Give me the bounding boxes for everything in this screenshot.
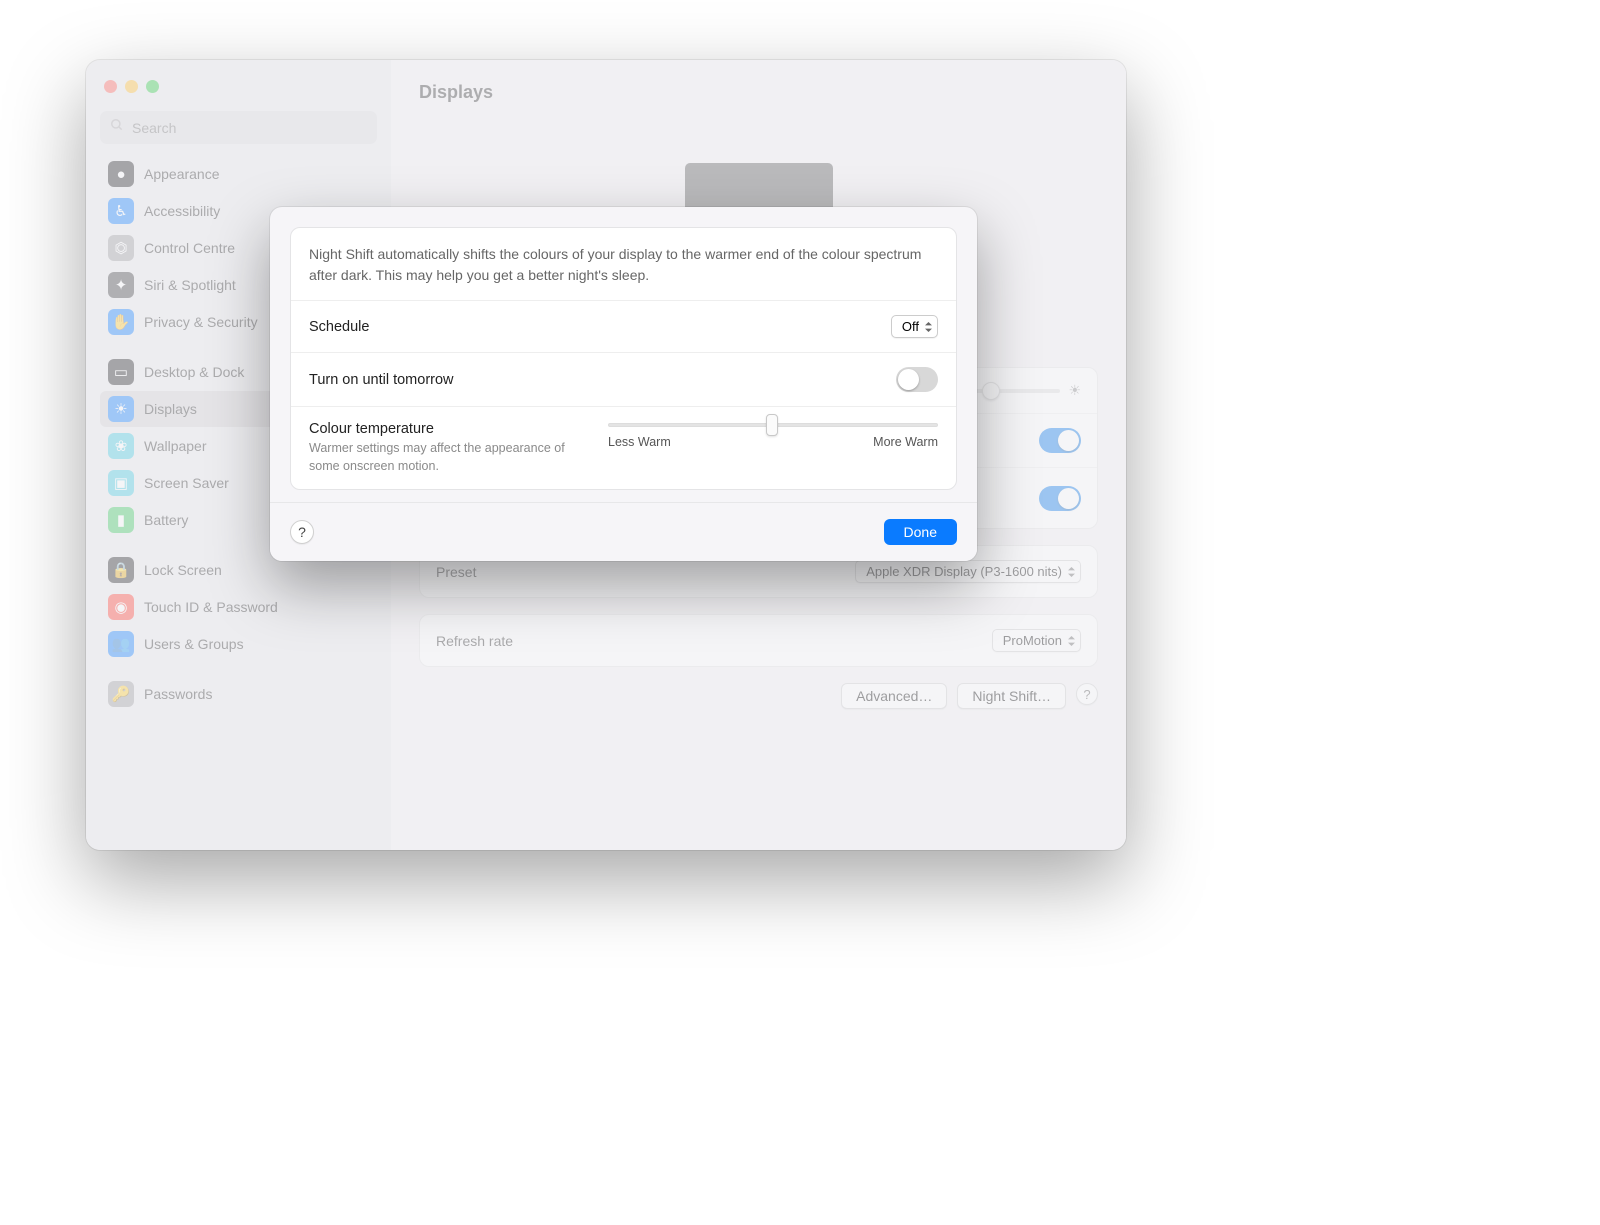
temperature-sub: Warmer settings may affect the appearanc… bbox=[309, 440, 569, 475]
done-button[interactable]: Done bbox=[884, 519, 957, 545]
schedule-label: Schedule bbox=[309, 319, 369, 335]
more-warm-label: More Warm bbox=[873, 435, 938, 449]
less-warm-label: Less Warm bbox=[608, 435, 671, 449]
manual-toggle[interactable] bbox=[896, 367, 938, 392]
temperature-row: Colour temperature Warmer settings may a… bbox=[291, 406, 956, 489]
modal-footer: ? Done bbox=[270, 502, 977, 561]
night-shift-panel: Night Shift automatically shifts the col… bbox=[290, 227, 957, 490]
night-shift-description: Night Shift automatically shifts the col… bbox=[291, 228, 956, 300]
schedule-select[interactable]: Off bbox=[891, 315, 938, 338]
manual-row: Turn on until tomorrow bbox=[291, 352, 956, 406]
modal-help-icon[interactable]: ? bbox=[290, 520, 314, 544]
temperature-slider[interactable] bbox=[608, 423, 938, 427]
schedule-row: Schedule Off bbox=[291, 300, 956, 352]
temperature-label: Colour temperature bbox=[309, 421, 569, 437]
night-shift-modal: Night Shift automatically shifts the col… bbox=[270, 207, 977, 561]
temperature-knob[interactable] bbox=[766, 414, 778, 436]
manual-label: Turn on until tomorrow bbox=[309, 372, 454, 388]
